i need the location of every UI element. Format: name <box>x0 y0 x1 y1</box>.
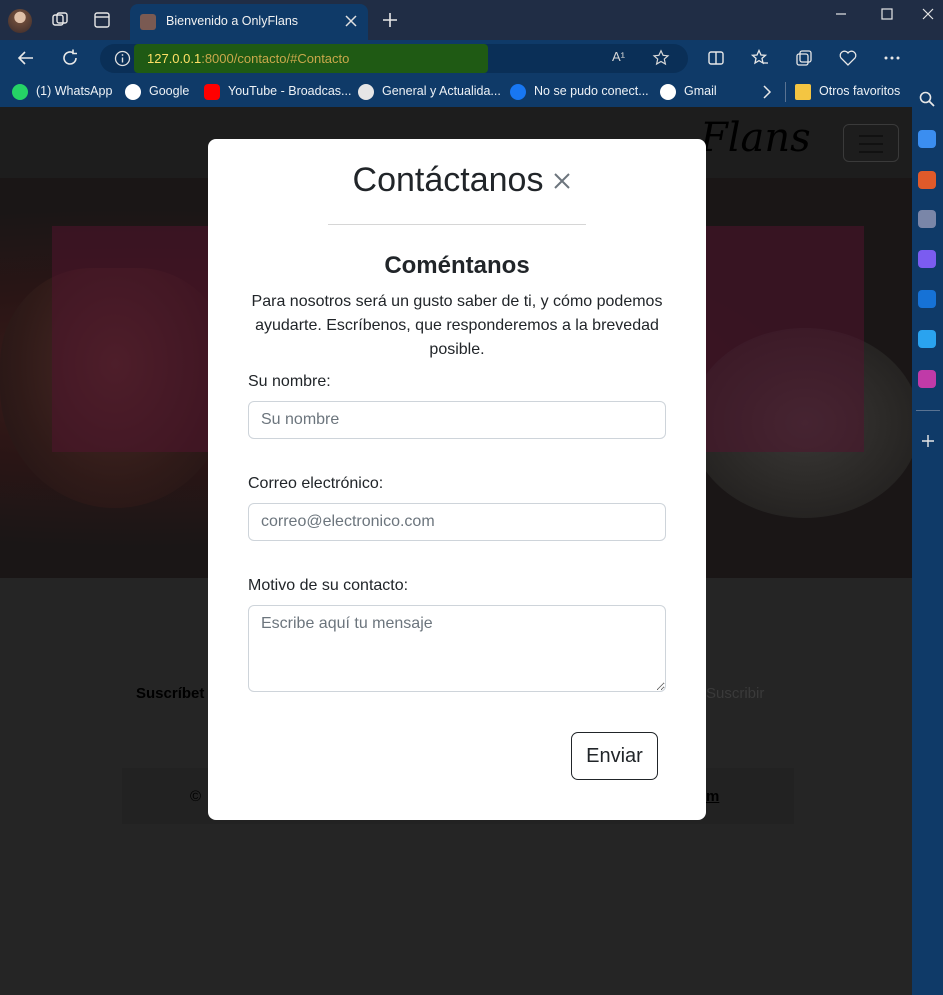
split-screen-icon[interactable] <box>706 48 726 68</box>
copilot-sidebar-icon[interactable] <box>918 250 936 268</box>
hamburger-line <box>859 151 883 153</box>
url-host: 127.0.0.1 <box>147 51 202 66</box>
send-button[interactable]: Enviar <box>571 732 658 780</box>
bookmark-label: No se pudo conect... <box>534 84 649 98</box>
close-tab-icon[interactable] <box>342 12 360 30</box>
address-bar[interactable]: 127.0.0.1:8000/contacto/#Contacto A¹ <box>100 44 688 73</box>
bookmark-label: (1) WhatsApp <box>36 84 113 98</box>
footer-subscribe-label: Suscríbet <box>136 685 205 702</box>
add-icon[interactable] <box>920 433 936 449</box>
hamburger-line <box>859 143 883 145</box>
url-text[interactable]: 127.0.0.1:8000/contacto/#Contacto <box>147 51 349 66</box>
favorites-icon[interactable] <box>750 48 770 68</box>
email-label: Correo electrónico: <box>248 475 384 492</box>
menu-toggle-button[interactable] <box>843 124 899 162</box>
bookmarks-divider <box>785 82 786 102</box>
games-icon[interactable] <box>918 210 936 228</box>
maximize-icon[interactable] <box>872 4 902 24</box>
minimize-icon[interactable] <box>826 4 856 24</box>
workspaces-icon[interactable] <box>50 10 70 30</box>
search-icon[interactable] <box>918 90 936 108</box>
site-favicon-icon <box>140 14 156 30</box>
browser-toolbar: 127.0.0.1:8000/contacto/#Contacto A¹ <box>0 40 943 76</box>
email-input[interactable] <box>248 503 666 541</box>
outlook-icon[interactable] <box>918 290 936 308</box>
bookmarks-bar: (1) WhatsApp Google YouTube - Broadcas..… <box>0 76 943 107</box>
modal-divider <box>328 224 586 225</box>
tab-actions-icon[interactable] <box>92 10 112 30</box>
sidebar-divider <box>916 410 940 411</box>
new-tab-icon[interactable] <box>380 10 400 30</box>
close-icon[interactable] <box>551 170 573 192</box>
message-label: Motivo de su contacto: <box>248 577 409 594</box>
back-arrow-icon[interactable] <box>16 48 36 68</box>
name-label: Su nombre: <box>248 373 331 390</box>
bookmark-label: Otros favoritos <box>819 84 901 98</box>
footer-subscribe-button[interactable]: Suscribir <box>706 685 764 702</box>
bookmark-label: YouTube - Broadcas... <box>228 84 352 98</box>
hamburger-line <box>859 135 883 137</box>
name-input[interactable] <box>248 401 666 439</box>
contact-modal: Contáctanos Coméntanos Para nosotros ser… <box>208 139 706 820</box>
tab-onlyflans[interactable]: Bienvenido a OnlyFlans <box>130 4 368 40</box>
profile-avatar[interactable] <box>8 9 32 33</box>
shopping-tag-icon[interactable] <box>918 130 936 148</box>
app-icon[interactable] <box>918 370 936 388</box>
tools-icon[interactable] <box>918 171 936 189</box>
google-icon <box>125 84 141 100</box>
modal-description: Para nosotros será un gusto saber de ti,… <box>251 293 663 358</box>
message-textarea[interactable] <box>248 605 666 692</box>
footer-copyright: © <box>190 788 202 805</box>
send-icon[interactable] <box>918 330 936 348</box>
close-window-icon[interactable] <box>913 4 943 24</box>
url-path: :8000/contacto/#Contacto <box>201 51 350 66</box>
modal-title: Contáctanos <box>352 161 544 199</box>
bookmark-label: Google <box>149 84 190 98</box>
site-info-icon[interactable] <box>114 50 131 67</box>
browser-tab-bar: Bienvenido a OnlyFlans <box>0 0 943 40</box>
edge-sidebar <box>912 40 943 995</box>
chevron-right-icon[interactable] <box>760 84 774 100</box>
refresh-icon[interactable] <box>60 48 80 68</box>
favorite-star-icon[interactable] <box>652 49 670 67</box>
youtube-icon <box>204 84 220 100</box>
p-logo-icon <box>358 84 374 100</box>
bookmark-label: General y Actualida... <box>382 84 501 98</box>
collections-icon[interactable] <box>794 48 814 68</box>
modal-subtitle: Coméntanos <box>384 252 530 279</box>
browser-essentials-icon[interactable] <box>838 48 858 68</box>
footer-link[interactable]: m <box>706 788 719 805</box>
tab-title: Bienvenido a OnlyFlans <box>166 14 299 28</box>
read-aloud-icon[interactable]: A¹ <box>612 49 630 67</box>
brand-logo[interactable]: Flans <box>700 115 811 161</box>
whatsapp-icon <box>12 84 28 100</box>
bookmark-label: Gmail <box>684 84 717 98</box>
facebook-icon <box>510 84 526 100</box>
folder-icon <box>795 84 811 100</box>
google-icon <box>660 84 676 100</box>
more-options-icon[interactable] <box>882 48 902 68</box>
